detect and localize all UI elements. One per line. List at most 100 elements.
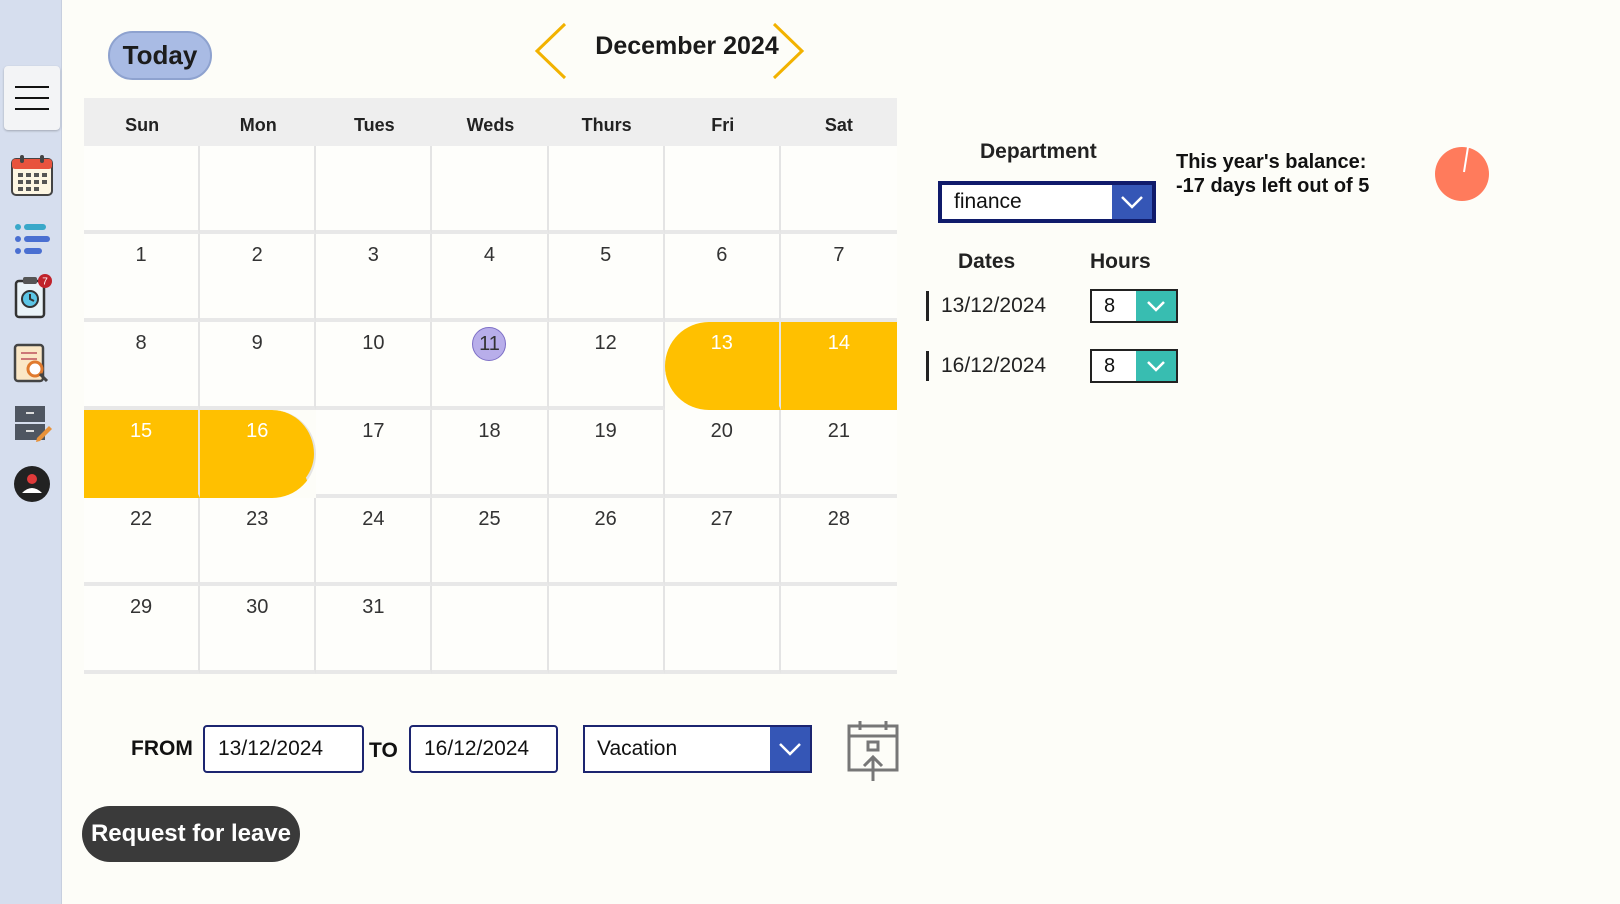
hours-header: Hours [1090, 250, 1151, 273]
day-grid: 1 2 3 4 5 6 7 8 9 10 11 12 13 14 15 16 17 18 19 20 21 22 23 24 2… [84, 146, 897, 674]
hours-value: 8 [1104, 294, 1116, 317]
day-number: 8 [135, 332, 147, 354]
day-cell[interactable]: 8 [84, 322, 201, 410]
requests-nav[interactable]: 7 [4, 268, 60, 326]
requests-badge: 7 [42, 277, 48, 288]
day-cell[interactable]: 11 [432, 322, 549, 410]
request-leave-button[interactable]: Request for leave [82, 806, 300, 862]
department-select[interactable]: finance [938, 181, 1156, 223]
day-cell[interactable]: 5 [548, 234, 665, 322]
list-nav[interactable] [4, 210, 60, 268]
day-cell[interactable]: 9 [200, 322, 317, 410]
day-cell[interactable]: 18 [432, 410, 549, 498]
empty-day-cell [780, 586, 897, 674]
day-cell[interactable]: 16 [200, 410, 317, 498]
day-number: 28 [827, 508, 851, 530]
weekday-label: Sat [824, 114, 853, 135]
day-cell[interactable]: 15 [84, 410, 201, 498]
weekday-label: Weds [466, 114, 515, 135]
day-cell[interactable]: 26 [548, 498, 665, 586]
leave-date-row: 16/12/2024 [926, 351, 1046, 381]
chevron-right-icon[interactable] [770, 20, 806, 82]
empty-day-cell [432, 146, 549, 234]
chevron-down-icon[interactable] [1112, 185, 1152, 219]
day-cell[interactable]: 27 [664, 498, 781, 586]
day-cell[interactable]: 20 [664, 410, 781, 498]
day-number: 10 [362, 332, 385, 354]
day-cell[interactable]: 29 [84, 586, 201, 674]
day-number: 12 [594, 332, 617, 354]
day-cell[interactable]: 13 [664, 322, 781, 410]
day-number: 25 [478, 508, 501, 530]
day-number: 31 [362, 596, 385, 618]
day-number: 22 [129, 508, 153, 530]
calendar-nav[interactable] [4, 146, 60, 204]
hours-select[interactable]: 8 [1090, 289, 1178, 323]
hamburger-icon [15, 86, 49, 110]
day-cell[interactable]: 22 [84, 498, 201, 586]
empty-day-cell [548, 146, 665, 234]
profile-nav[interactable] [4, 455, 60, 513]
leave-type-select[interactable]: Vacation [583, 725, 812, 773]
calendar: Sun Mon Tues Weds Thurs Fri Sat 1 2 3 4 5 6 7 8 9 10 11 1… [84, 98, 897, 674]
day-cell[interactable]: 25 [432, 498, 549, 586]
day-number: 21 [827, 420, 851, 442]
archive-nav[interactable] [4, 394, 60, 452]
day-cell[interactable]: 6 [664, 234, 781, 322]
day-number: 29 [129, 596, 153, 618]
balance-line-2: -17 days left out of 5 [1176, 175, 1370, 197]
chevron-down-icon[interactable] [770, 727, 810, 771]
to-date-input[interactable]: 16/12/2024 [409, 725, 558, 773]
day-number: 2 [251, 244, 263, 266]
today-button[interactable]: Today [108, 31, 212, 80]
day-cell[interactable]: 21 [780, 410, 897, 498]
weekday-label: Thurs [581, 114, 632, 135]
chevron-down-icon[interactable] [1136, 351, 1176, 381]
day-number: 26 [594, 508, 617, 530]
to-label: TO [369, 739, 398, 762]
dates-header: Dates [958, 250, 1016, 273]
day-number: 19 [594, 420, 617, 442]
from-date-input[interactable]: 13/12/2024 [203, 725, 364, 773]
department-value: finance [954, 190, 1022, 213]
balance-text: This year's balance: -17 days left out o… [1176, 150, 1369, 198]
day-cell[interactable]: 10 [316, 322, 433, 410]
day-number: 7 [833, 244, 845, 266]
list-icon [15, 224, 50, 254]
day-number: 20 [710, 420, 733, 442]
calendar-upload-icon[interactable] [846, 720, 900, 782]
day-cell[interactable]: 7 [780, 234, 897, 322]
day-cell[interactable]: 24 [316, 498, 433, 586]
day-cell[interactable]: 3 [316, 234, 433, 322]
cabinet-edit-icon [15, 406, 52, 442]
user-icon [14, 466, 50, 502]
review-nav[interactable] [4, 334, 60, 392]
day-cell[interactable]: 1 [84, 234, 201, 322]
hours-select[interactable]: 8 [1090, 349, 1178, 383]
leave-date: 16/12/2024 [941, 354, 1047, 377]
day-cell[interactable]: 17 [316, 410, 433, 498]
day-number: 6 [716, 244, 728, 266]
day-cell[interactable]: 14 [780, 322, 897, 410]
day-number: 17 [362, 420, 385, 442]
day-cell[interactable]: 19 [548, 410, 665, 498]
empty-day-cell [84, 146, 201, 234]
weekday-label: Tues [354, 114, 395, 135]
chevron-down-icon[interactable] [1136, 291, 1176, 321]
day-cell[interactable]: 12 [548, 322, 665, 410]
from-label: FROM [131, 737, 193, 760]
leave-date: 13/12/2024 [941, 294, 1047, 317]
weekday-header: Sun Mon Tues Weds Thurs Fri Sat [84, 98, 897, 146]
empty-day-cell [432, 586, 549, 674]
day-cell[interactable]: 30 [200, 586, 317, 674]
day-cell[interactable]: 2 [200, 234, 317, 322]
weekday-label: Sun [125, 114, 160, 135]
day-cell[interactable]: 31 [316, 586, 433, 674]
day-cell[interactable]: 23 [200, 498, 317, 586]
day-cell[interactable]: 4 [432, 234, 549, 322]
day-number: 14 [827, 332, 851, 354]
day-cell[interactable]: 28 [780, 498, 897, 586]
day-number: 1 [135, 244, 147, 266]
menu-button[interactable] [4, 66, 60, 130]
calendar-icon [11, 155, 53, 196]
